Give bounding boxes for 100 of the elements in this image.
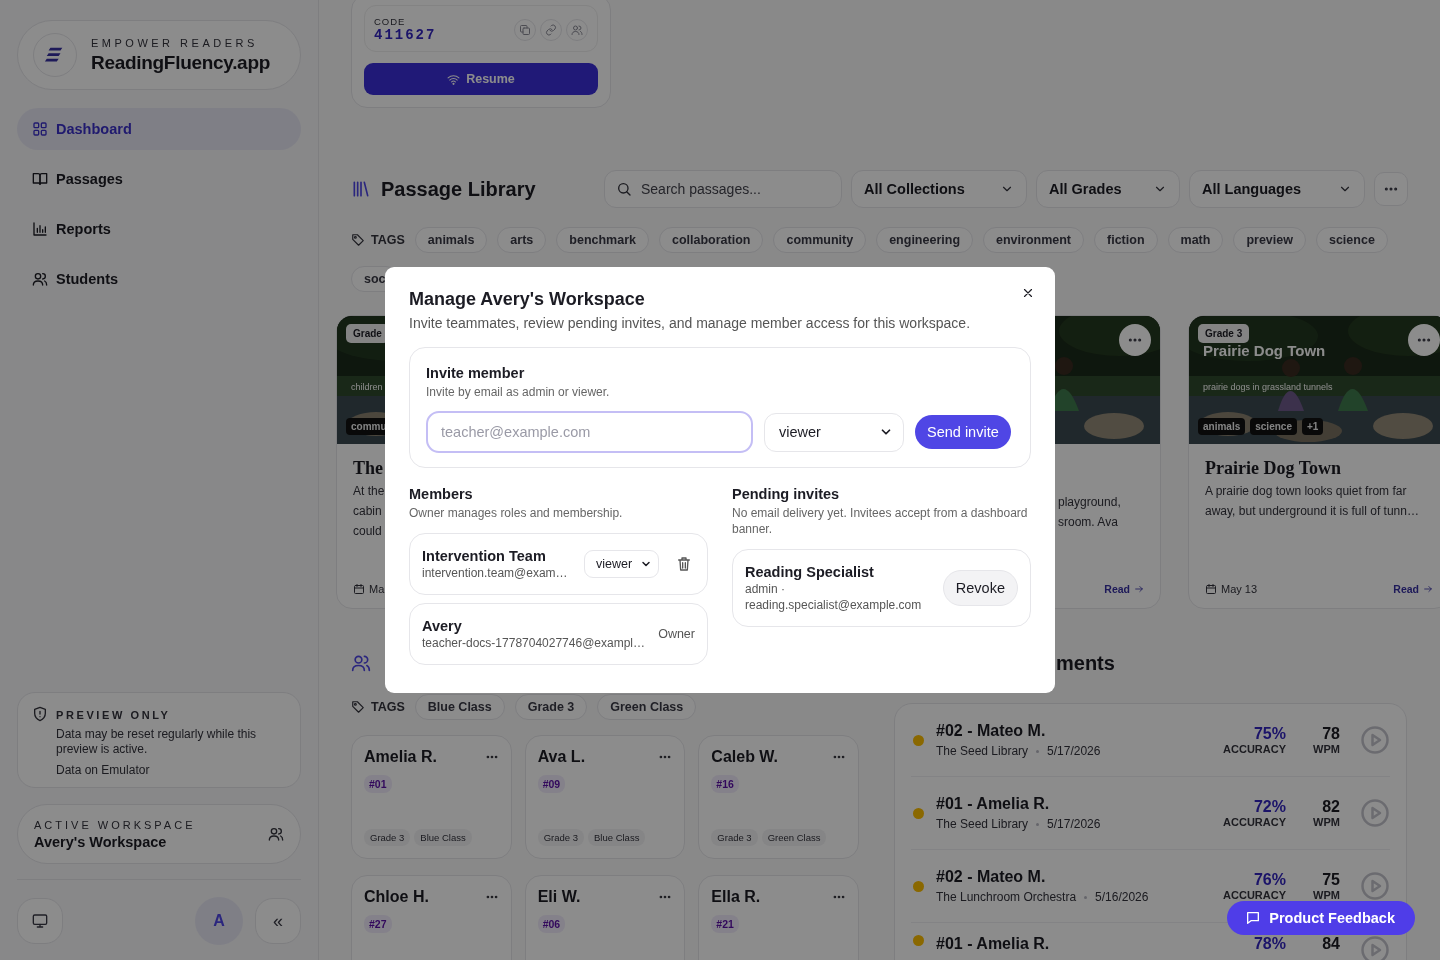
tag-chip[interactable]: Green Class [597, 694, 697, 720]
student-card[interactable]: Ava L. #09 Grade 3 Blue Class [524, 735, 686, 859]
dialog-title: Manage Avery's Workspace [409, 289, 646, 310]
accuracy-value: 76% [1252, 871, 1286, 889]
member-name: Avery [422, 618, 463, 634]
accuracy-value: 78% [1253, 935, 1286, 953]
wpm-label: WPM [1312, 889, 1340, 901]
tag-chip[interactable]: Blue Class [414, 694, 505, 720]
tag-chip[interactable]: engineering [876, 227, 973, 253]
notice-source: Data on Emulator [56, 763, 151, 777]
brand-name: ReadingFluency.app [91, 51, 270, 74]
nav-item[interactable]: Students [17, 258, 301, 300]
tag-chip[interactable]: benchmark [556, 227, 649, 253]
student-tag: Blue Class [414, 829, 472, 846]
revoke-button[interactable]: Revoke [942, 570, 1018, 606]
feedback-button[interactable]: Product Feedback [1227, 901, 1415, 935]
tag-chip[interactable]: Grade 3 [514, 694, 588, 720]
passage-name: The Seed Library [936, 744, 1029, 758]
notice-title: PREVIEW ONLY [56, 709, 171, 721]
assessment-title: #02 - Mateo M. [936, 868, 1047, 886]
invite-hint: Invite by email as admin or viewer. [426, 384, 611, 400]
passage-date: Ma [369, 583, 385, 595]
filter-dropdown[interactable]: All Grades [1036, 170, 1180, 208]
search-field[interactable]: Search passages... [604, 170, 842, 208]
role-select[interactable]: viewer [584, 550, 659, 578]
read-link[interactable]: Read [1393, 583, 1433, 595]
student-number: #01 [364, 775, 392, 793]
student-name: Caleb W. [711, 748, 778, 766]
student-tag: Green Class [761, 829, 827, 846]
tag-chip[interactable]: environment [983, 227, 1085, 253]
brand-tagline: EMPOWER READERS [91, 36, 259, 49]
cover-tag: science [1250, 418, 1297, 435]
student-card[interactable]: Caleb W. #16 Grade 3 Green Class [698, 735, 859, 859]
wpm-value: 84 [1321, 935, 1340, 953]
student-number: #16 [711, 775, 739, 793]
passage-name: The Seed Library [936, 817, 1029, 831]
student-card[interactable]: Ella R. #21 [698, 875, 859, 960]
member-name: Intervention Team [422, 548, 547, 564]
tag-chip[interactable]: preview [1233, 227, 1306, 253]
student-number: #21 [711, 915, 739, 933]
accuracy-value: 72% [1252, 798, 1286, 816]
assessment-date: 5/16/2026 [1095, 890, 1149, 904]
student-card[interactable]: Eli W. #06 [524, 875, 686, 960]
passage-card[interactable]: Grade 3 Prairie Dog Town prairie dogs in grassland tunnels animals science +1 Prairie Dog Town A prairie dog town looks quiet from far away, but underground it is full of tunn… May 13 Read [1188, 315, 1440, 609]
tags-label: TAGS [371, 700, 405, 714]
user-avatar[interactable]: A [195, 897, 243, 945]
invitee-name: Reading Specialist [745, 564, 875, 580]
email-field[interactable]: teacher@example.com [426, 411, 753, 453]
collapse-button[interactable]: « [255, 898, 301, 944]
wpm-label: WPM [1312, 816, 1340, 828]
filter-dropdown[interactable]: All Collections [851, 170, 1027, 208]
nav-item[interactable]: Passages [17, 158, 301, 200]
cover-tag: animals [1198, 418, 1246, 435]
student-name: Chloe H. [364, 888, 429, 906]
student-name: Ava L. [537, 748, 586, 766]
assessment-date: 5/17/2026 [1047, 817, 1101, 831]
assessment-title: #01 - Amelia R. [936, 795, 1051, 813]
filter-dropdown[interactable]: All Languages [1189, 170, 1365, 208]
assessment-date: 5/17/2026 [1047, 744, 1101, 758]
workspace-card[interactable]: ACTIVE WORKSPACE Avery's Workspace [17, 804, 301, 864]
wpm-value: 75 [1321, 871, 1340, 889]
tag-chip[interactable]: science [1315, 227, 1388, 253]
tag-chip[interactable]: collaboration [659, 227, 764, 253]
cover-tag: +1 [1301, 418, 1324, 435]
member-role: Owner [658, 627, 695, 641]
send-invite-button[interactable]: Send invite [915, 415, 1011, 449]
student-number: #09 [537, 775, 566, 793]
dialog-subtitle: Invite teammates, review pending invites, and manage member access for this workspace. [409, 315, 972, 331]
cover-title: Prairie Dog Town [1203, 342, 1326, 359]
members-hint: Owner manages roles and membership. [409, 505, 624, 521]
description-line: At the [353, 483, 385, 500]
section-title: ments [1056, 651, 1115, 675]
cover-subtitle: prairie dogs in grassland tunnels [1203, 382, 1333, 392]
accuracy-label: ACCURACY [1223, 889, 1286, 901]
resume-button[interactable]: Resume [364, 63, 598, 95]
passage-description: A prairie dog town looks quiet from far away, but underground it is full of tunn… [1205, 483, 1420, 520]
student-card[interactable]: Amelia R. #01 Grade 3 Blue Class [351, 735, 512, 859]
nav-item[interactable]: Reports [17, 208, 301, 250]
session-code: 411627 [374, 27, 437, 43]
assessment-title: #01 - Amelia R. [936, 935, 1051, 953]
tag-chip[interactable]: fiction [1094, 227, 1158, 253]
tag-chip[interactable]: math [1167, 227, 1224, 253]
invitee-email: reading.specialist@example.com [745, 598, 923, 612]
invite-title: Invite member [426, 365, 526, 381]
nav-item[interactable]: Dashboard [17, 108, 301, 150]
invitee-role: admin · [745, 582, 786, 596]
passage-date: May 13 [1221, 583, 1258, 595]
accuracy-label: ACCURACY [1223, 743, 1286, 755]
student-card[interactable]: Chloe H. #27 [351, 875, 512, 960]
role-select[interactable]: viewer [764, 412, 904, 452]
cover-subtitle: children [351, 382, 383, 392]
tag-chip[interactable]: arts [497, 227, 547, 253]
read-link[interactable]: Read [1104, 583, 1144, 595]
student-name: Eli W. [537, 888, 581, 906]
notice-text: Data may be reset regularly while this preview is active. [56, 727, 258, 757]
assessment-title: #02 - Mateo M. [936, 722, 1047, 740]
description-line: could [353, 523, 382, 540]
student-tag: Grade 3 [711, 829, 758, 846]
tag-chip[interactable]: community [773, 227, 867, 253]
tag-chip[interactable]: animals [414, 227, 488, 253]
